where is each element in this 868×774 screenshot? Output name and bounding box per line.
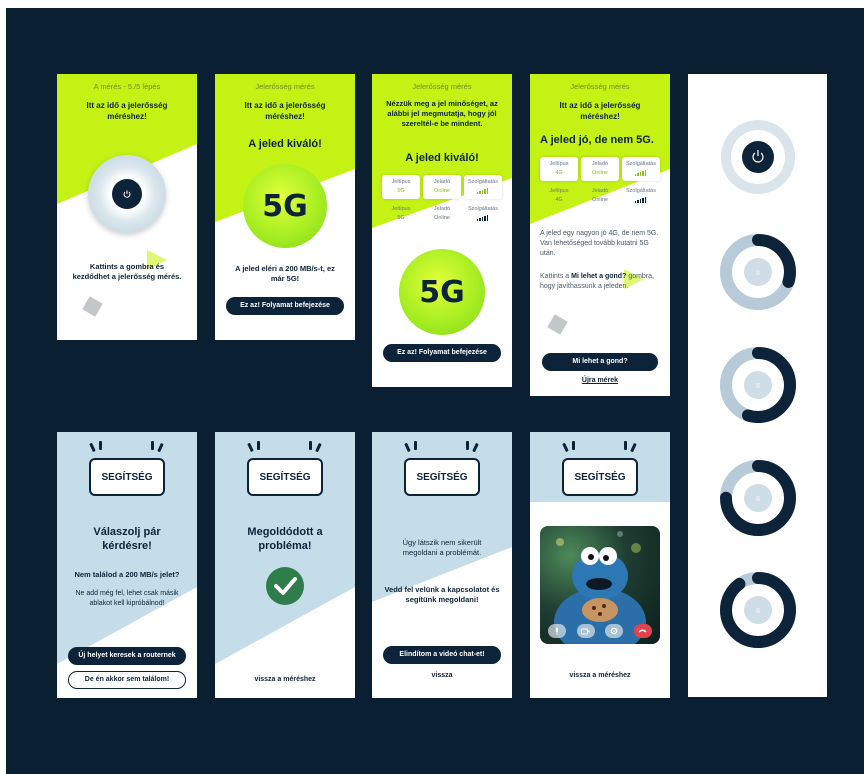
finish-button[interactable]: Ez az! Folyamat befejezése xyxy=(383,344,501,362)
screen-result-4g: Jelerősség mérés Itt az idő a jelerősség… xyxy=(530,74,670,396)
settings-icon[interactable] xyxy=(605,624,624,638)
screen-title: Válaszolj pár kérdésre! xyxy=(93,526,161,552)
screen-signal-details: Jelerősség mérés Nézzük meg a jel minősé… xyxy=(372,74,512,387)
instruction-text: Kattints a gombra és kezdődhet a jelerős… xyxy=(72,262,182,281)
back-link[interactable]: vissza a méréshez xyxy=(215,676,355,683)
ring-state-progress: II xyxy=(717,457,799,539)
info-paragraph: A jeled egy nagyon jó 4G, de nem 5G. Van… xyxy=(540,230,659,257)
progress-ring: II xyxy=(719,347,796,423)
ray xyxy=(309,441,312,450)
artboard: A mérés - 5./5 lépés Itt az idő a jelerő… xyxy=(6,8,864,774)
result-heading: A jeled jó, de nem 5G. xyxy=(540,134,654,146)
screen-result-5g: Jelerősség mérés Itt az idő a jelerősség… xyxy=(215,74,355,340)
result-heading: A jeled kiváló! xyxy=(405,152,479,164)
contact-text: Vedd fel velünk a kapcsolatot és segítün… xyxy=(384,585,500,604)
screen-help-questions: SEGÍTSÉG Válaszolj pár kérdésre! Nem tal… xyxy=(57,432,197,698)
signal-cell: Jeltípus 5G xyxy=(382,175,420,199)
result-heading: A jeled kiváló! xyxy=(248,138,322,150)
screen-measurement-start: A mérés - 5./5 lépés Itt az idő a jelerő… xyxy=(57,74,197,340)
video-chat-button[interactable]: Elindítom a videó chat-et! xyxy=(383,646,501,664)
progress-ring: II xyxy=(719,460,796,536)
power-icon xyxy=(123,190,131,198)
screen-title: Itt az idő a jelerősség méréshez! xyxy=(86,101,168,121)
help-text: Úgy látszik nem sikerült megoldani a pro… xyxy=(402,538,482,557)
camera-icon[interactable] xyxy=(576,624,595,638)
signal-cell: Szolgáltatás xyxy=(622,184,660,208)
help-bubble: SEGÍTSÉG xyxy=(562,458,638,496)
ray xyxy=(99,441,102,450)
ray xyxy=(466,441,469,450)
signal-cell: Jeladó Online xyxy=(423,175,461,199)
result-description: A jeled eléri a 200 MB/s-t, ez már 5G! xyxy=(235,264,335,283)
signal-cell: Szolgáltatás xyxy=(464,202,502,226)
ray xyxy=(572,441,575,450)
help-bubble: SEGÍTSÉG xyxy=(89,458,165,496)
progress-ring: II xyxy=(719,572,796,648)
5g-badge: 5G xyxy=(243,164,327,248)
back-link[interactable]: vissza a méréshez xyxy=(530,672,670,679)
step-label: Jelerősség mérés xyxy=(570,82,630,91)
screen-title: Itt az idő a jelerősség méréshez! xyxy=(559,101,641,121)
signal-cell: Jeladó Online xyxy=(581,157,619,181)
screen-title: Megoldódott a probléma! xyxy=(247,526,323,552)
signal-cell: Jeltípus 5G xyxy=(391,206,411,221)
video-feed xyxy=(540,526,660,644)
ray xyxy=(414,441,417,450)
help-bubble: SEGÍTSÉG xyxy=(247,458,323,496)
signal-cell: Jeladó Online xyxy=(591,188,609,203)
screen-help-solved: SEGÍTSÉG Megoldódott a probléma! vissza … xyxy=(215,432,355,698)
signal-cell: Jeltípus 4G xyxy=(540,157,578,181)
svg-text:II: II xyxy=(756,608,760,615)
question-text: Nem találod a 200 MB/s jelet? xyxy=(74,570,180,579)
ray xyxy=(257,441,260,450)
svg-text:II: II xyxy=(756,496,760,503)
signal-table: Jeltípus 5G Jeladó Online Szolgáltatás Jel… xyxy=(382,175,502,226)
screen-video-chat: SEGÍTSÉG vissza a méréshez xyxy=(530,432,670,698)
signal-bars-icon xyxy=(634,170,648,176)
call-controls xyxy=(548,624,652,638)
signal-bars-icon xyxy=(476,215,490,221)
remeasure-link[interactable]: Újra mérek xyxy=(530,377,670,384)
signal-cell: Szolgáltatás xyxy=(622,157,660,181)
check-icon xyxy=(266,567,304,605)
signal-cell: Szolgáltatás xyxy=(464,175,502,199)
help-text: Ne add még fel, lehet csak másik ablakot… xyxy=(75,590,179,607)
power-button[interactable] xyxy=(112,179,142,209)
signal-bars-icon xyxy=(634,197,648,203)
back-link[interactable]: vissza xyxy=(372,672,512,679)
intro-text: Nézzük meg a jel minőséget, az alábbi je… xyxy=(386,99,498,128)
signal-cell: Jeladó Online xyxy=(433,206,451,221)
hint-paragraph: Kattints a Mi lehet a gond? gombra, hogy… xyxy=(540,273,654,290)
screen-progress-states: II II II II xyxy=(688,74,827,697)
finish-button[interactable]: Ez az! Folyamat befejezése xyxy=(226,297,344,315)
svg-text:II: II xyxy=(756,383,760,390)
step-label: A mérés - 5./5 lépés xyxy=(93,82,161,91)
signal-bars-icon xyxy=(476,188,490,194)
5g-badge: 5G xyxy=(399,249,485,335)
ring-state-progress: II xyxy=(717,231,799,313)
ray xyxy=(151,441,154,450)
still-not-found-button[interactable]: De én akkor sem találom! xyxy=(68,671,186,689)
progress-ring: II xyxy=(719,234,796,310)
signal-table: Jeltípus 4G Jeladó Online Szolgáltatás Jel… xyxy=(540,157,660,208)
ray xyxy=(624,441,627,450)
new-location-button[interactable]: Új helyet keresek a routernek xyxy=(68,647,186,665)
screen-title: Itt az idő a jelerősség méréshez! xyxy=(244,101,326,121)
ring-state-progress: II xyxy=(717,344,799,426)
power-button-ring[interactable] xyxy=(88,155,166,233)
hint-link-text: Mi lehet a gond? xyxy=(571,273,627,280)
problem-button[interactable]: Mi lehet a gond? xyxy=(542,353,658,371)
ring-state-progress: II xyxy=(717,569,799,651)
step-label: Jelerősség mérés xyxy=(255,82,315,91)
hangup-icon[interactable] xyxy=(633,624,652,638)
help-bubble: SEGÍTSÉG xyxy=(404,458,480,496)
ring-state-idle[interactable] xyxy=(717,116,799,198)
mic-icon[interactable] xyxy=(548,624,566,638)
screen-help-contact: SEGÍTSÉG Úgy látszik nem sikerült megold… xyxy=(372,432,512,698)
svg-text:II: II xyxy=(756,270,760,277)
step-label: Jelerősség mérés xyxy=(412,82,472,91)
signal-cell: Jeltípus 4G xyxy=(549,188,569,203)
